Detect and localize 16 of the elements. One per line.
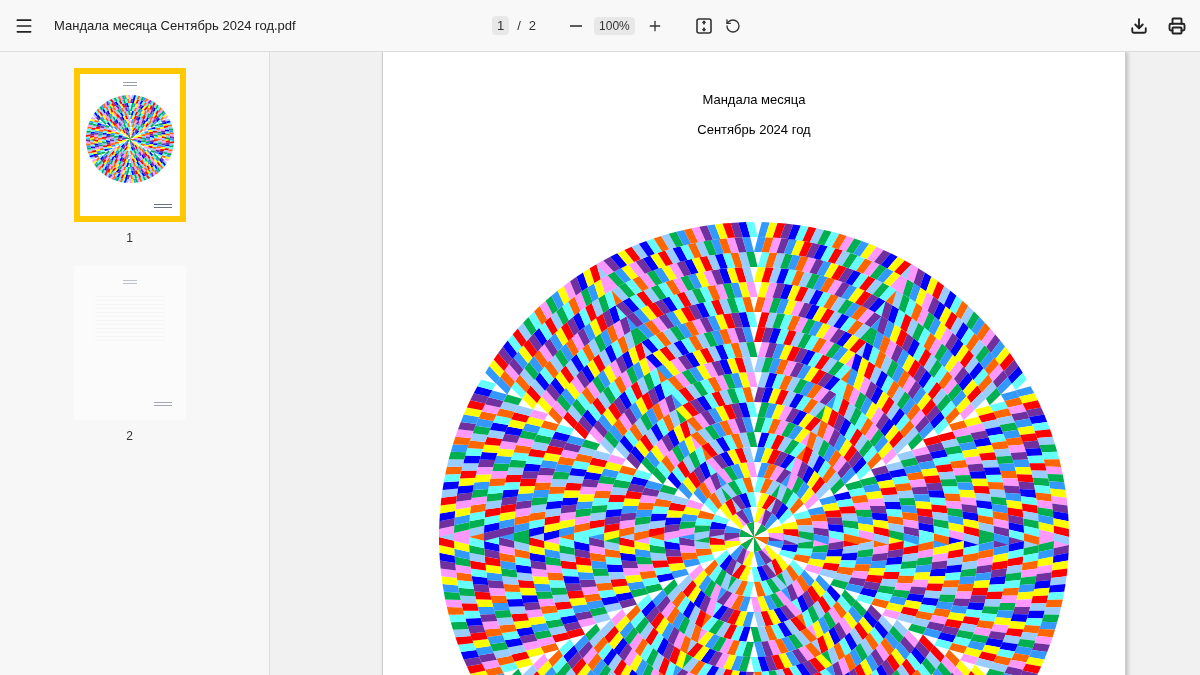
document-title: Мандала месяца Сентябрь 2024 год.pdf: [54, 16, 297, 35]
download-icon: [1130, 16, 1148, 35]
page-thumbnail[interactable]: [73, 68, 186, 222]
page-number-field[interactable]: 1: [492, 15, 510, 36]
thumbnail-page-number: 2: [126, 428, 133, 444]
thumbnail-page-number: 1: [126, 230, 133, 246]
printer-icon: [1168, 16, 1186, 35]
page-separator: /: [517, 16, 521, 35]
fit-page-icon: [694, 16, 713, 35]
page-total: 2: [528, 16, 537, 35]
page-thumbnail[interactable]: [73, 266, 186, 420]
minus-icon: [570, 24, 583, 27]
page-subheading: Сентябрь 2024 год: [697, 120, 811, 139]
page-heading: Мандала месяца: [702, 91, 806, 109]
rotate-icon: [724, 17, 741, 34]
zoom-level[interactable]: 100%: [594, 16, 635, 35]
